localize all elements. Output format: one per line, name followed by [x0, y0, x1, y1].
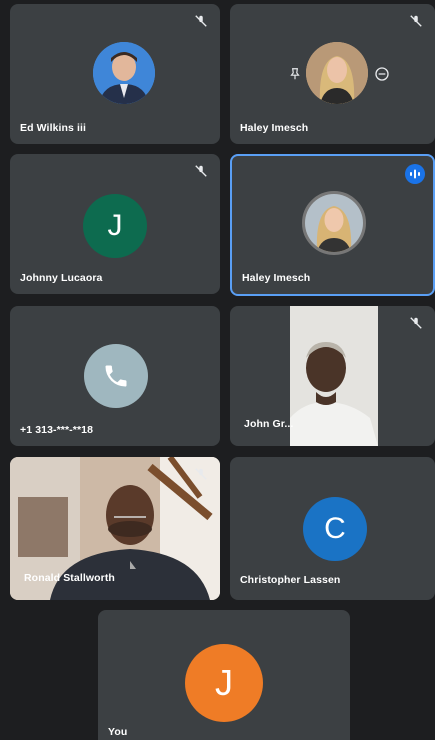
- participant-video: [290, 306, 378, 446]
- mic-off-icon: [195, 15, 207, 27]
- avatar-initial: J: [185, 644, 263, 722]
- participant-name: Christopher Lassen: [240, 574, 341, 586]
- avatar-phone: [84, 344, 148, 408]
- avatar: [306, 42, 368, 104]
- participant-name: John Gr...: [244, 418, 294, 430]
- pin-icon[interactable]: [288, 66, 302, 82]
- participant-name: Ed Wilkins iii: [20, 122, 87, 134]
- mic-off-icon: [410, 15, 422, 27]
- participant-tile-haley-imesch-1[interactable]: Haley Imesch: [230, 4, 435, 144]
- mic-off-icon: [410, 317, 422, 329]
- self-tile[interactable]: J You: [98, 610, 350, 740]
- participant-name: Haley Imesch: [242, 272, 311, 284]
- avatar: [302, 191, 366, 255]
- participant-tile-ed-wilkins[interactable]: Ed Wilkins iii: [10, 4, 220, 144]
- participant-tile-christopher-lassen[interactable]: C Christopher Lassen: [230, 457, 435, 600]
- remove-icon[interactable]: [374, 66, 390, 82]
- phone-icon: [105, 365, 127, 387]
- participant-name: Ronald Stallworth: [24, 572, 115, 584]
- avatar-initial: J: [83, 194, 147, 258]
- participant-tile-ronald-stallworth[interactable]: Ronald Stallworth: [10, 457, 220, 600]
- mic-off-icon: [195, 468, 207, 480]
- participant-tile-phone[interactable]: +1 313-***-**18: [10, 306, 220, 446]
- participant-name: +1 313-***-**18: [20, 424, 94, 436]
- avatar-initial: C: [303, 497, 367, 561]
- avatar: [93, 42, 155, 104]
- participant-name: Haley Imesch: [240, 122, 309, 134]
- mic-off-icon: [195, 165, 207, 177]
- participant-name: You: [108, 726, 128, 738]
- participant-name: Johnny Lucaora: [20, 272, 103, 284]
- speaking-indicator-icon: [405, 164, 425, 184]
- participant-tile-haley-imesch-2[interactable]: Haley Imesch: [230, 154, 435, 296]
- participant-tile-john-gr[interactable]: John Gr...: [230, 306, 435, 446]
- participant-tile-johnny-lucaora[interactable]: J Johnny Lucaora: [10, 154, 220, 294]
